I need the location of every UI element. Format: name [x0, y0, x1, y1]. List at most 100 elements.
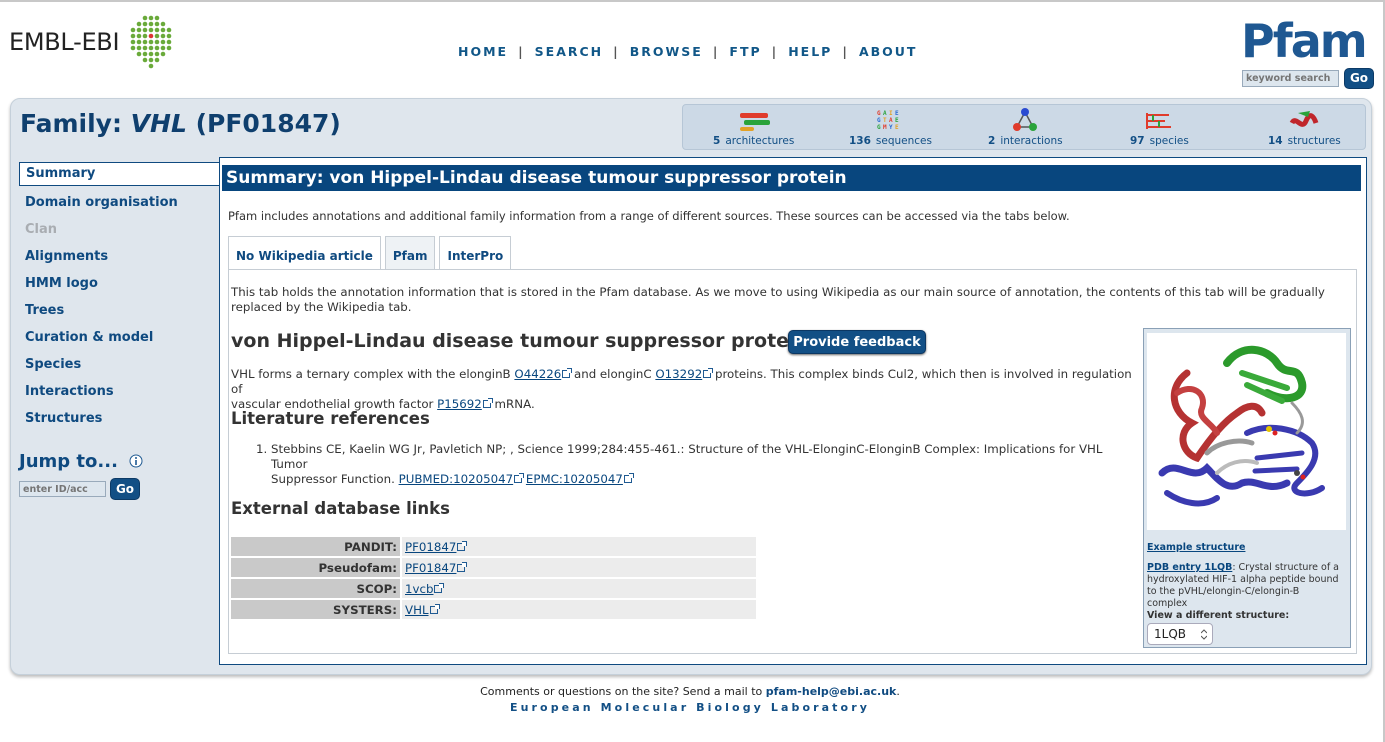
- footer-email-link[interactable]: pfam-help@ebi.ac.uk: [766, 685, 897, 698]
- sidebar-item-curation-model[interactable]: Curation & model: [19, 324, 219, 351]
- stat-structures[interactable]: 14 structures: [1268, 107, 1341, 147]
- page-title: Family: VHL (PF01847): [20, 109, 341, 138]
- external-link-icon: [482, 398, 493, 408]
- sidebar-item-trees[interactable]: Trees: [19, 297, 219, 324]
- tab-wikipedia[interactable]: No Wikipedia article: [228, 236, 381, 269]
- nav-help[interactable]: HELP: [788, 44, 832, 59]
- nav-browse[interactable]: BROWSE: [630, 44, 703, 59]
- tab-note-line1: This tab holds the annotation informatio…: [231, 285, 1325, 299]
- jump-to-go-button[interactable]: Go: [110, 478, 140, 500]
- page: EMBL-EBI HOME | SEARCH | BROWSE | FTP | HELP | ABO…: [0, 0, 1385, 742]
- caption-text: : Crystal: [1232, 562, 1272, 573]
- svg-text:M: M: [883, 124, 887, 131]
- stat-interactions[interactable]: 2 interactions: [988, 107, 1063, 147]
- interactions-count: 2: [988, 135, 996, 147]
- info-icon[interactable]: [129, 454, 143, 468]
- sidebar-item-interactions[interactable]: Interactions: [19, 378, 219, 405]
- jump-to-input[interactable]: [19, 481, 106, 497]
- table-row: SYSTERS: VHL: [231, 600, 756, 619]
- scop-link[interactable]: 1vcb: [405, 582, 433, 596]
- keyword-search-input[interactable]: [1242, 70, 1339, 87]
- structures-icon: [1290, 111, 1319, 127]
- top-navigation: HOME | SEARCH | BROWSE | FTP | HELP | ABOUT: [458, 44, 917, 59]
- table-row: SCOP: 1vcb: [231, 579, 756, 598]
- sidebar-item-summary[interactable]: Summary: [19, 162, 222, 186]
- sequences-label: sequences: [875, 135, 932, 147]
- pandit-link[interactable]: PF01847: [405, 540, 456, 554]
- tab-interpro[interactable]: InterPro: [439, 236, 512, 269]
- external-link-icon: [703, 368, 714, 378]
- tab-pfam[interactable]: Pfam: [384, 236, 436, 269]
- sidebar-item-clan: Clan: [25, 222, 58, 237]
- jump-to-title: Jump to...: [19, 451, 118, 472]
- sequences-count: 136: [849, 135, 871, 147]
- table-row: Pseudofam: PF01847: [231, 558, 756, 577]
- stat-species[interactable]: 97 species: [1130, 107, 1189, 147]
- keyword-search-go-button[interactable]: Go: [1344, 68, 1374, 89]
- structure-select[interactable]: 1LQB: [1147, 623, 1213, 645]
- stat-sequences[interactable]: GAIE GTAE GMYE 136 sequences: [849, 107, 932, 147]
- nav-separator: |: [771, 44, 779, 59]
- table-row: PANDIT: PF01847: [231, 537, 756, 556]
- link-o13292[interactable]: O13292: [655, 367, 702, 381]
- annotation-tabs: No Wikipedia article Pfam InterPro: [228, 236, 515, 269]
- sidebar-item-structures[interactable]: Structures: [19, 405, 219, 432]
- summary-intro: Pfam includes annotations and additional…: [228, 209, 1070, 223]
- external-link-icon: [514, 473, 525, 483]
- db-name: PANDIT:: [231, 537, 400, 556]
- external-link-icon: [457, 540, 468, 551]
- pseudofam-link[interactable]: PF01847: [405, 561, 456, 575]
- nav-ftp[interactable]: FTP: [729, 44, 761, 59]
- caption-text: to the pVHL/elongin-C/elongin-B: [1147, 586, 1300, 597]
- svg-text:G: G: [877, 110, 881, 117]
- reference-item: Stebbins CE, Kaelin WG Jr, Pavletich NP;…: [271, 442, 1141, 487]
- architectures-icon: [739, 113, 770, 131]
- nav-separator: |: [842, 44, 849, 59]
- footer-contact: Comments or questions on the site? Send …: [0, 685, 1380, 698]
- svg-text:Y: Y: [889, 124, 893, 131]
- svg-text:E: E: [895, 110, 899, 117]
- structures-label: structures: [1287, 135, 1341, 147]
- pdb-entry-link[interactable]: PDB entry 1LQB: [1147, 562, 1232, 573]
- external-link-icon: [429, 603, 440, 614]
- ebi-logo[interactable]: EMBL-EBI: [9, 14, 177, 70]
- tab-note: This tab holds the annotation informatio…: [231, 285, 1331, 315]
- pubmed-link[interactable]: PUBMED:10205047: [399, 472, 514, 486]
- db-value-cell: PF01847: [400, 558, 756, 577]
- description-text: VHL forms a ternary complex with the elo…: [231, 367, 515, 381]
- provide-feedback-button[interactable]: Provide feedback: [788, 330, 926, 354]
- protein-structure-image[interactable]: [1147, 333, 1346, 530]
- link-o44226[interactable]: O44226: [514, 367, 561, 381]
- reference-text: Suppressor Function.: [271, 472, 399, 486]
- sidebar-item-alignments[interactable]: Alignments: [19, 243, 219, 270]
- systers-link[interactable]: VHL: [405, 603, 429, 617]
- nav-separator: |: [613, 44, 620, 59]
- summary-heading: Summary: von Hippel-Lindau disease tumou…: [222, 165, 1361, 191]
- example-structure-link[interactable]: Example structure: [1147, 542, 1245, 553]
- svg-text:G: G: [877, 124, 881, 131]
- species-count: 97: [1130, 135, 1145, 147]
- example-structure-label: Example structure: [1147, 542, 1245, 554]
- nav-about[interactable]: ABOUT: [859, 44, 918, 59]
- sidebar-item-domain-organisation[interactable]: Domain organisation: [19, 189, 219, 216]
- nav-search[interactable]: SEARCH: [535, 44, 603, 59]
- pfam-logo[interactable]: Pfam: [1241, 16, 1368, 66]
- view-different-structure-label: View a different structure:: [1147, 610, 1290, 621]
- caption-text: hydroxylated HIF-1 alpha peptide bound: [1147, 574, 1339, 585]
- link-p15692[interactable]: P15692: [437, 397, 482, 411]
- footer-org[interactable]: European Molecular Biology Laboratory: [0, 701, 1380, 714]
- species-label: species: [1149, 135, 1189, 147]
- stat-architectures[interactable]: 5 architectures: [713, 107, 794, 147]
- sidebar-item-species[interactable]: Species: [19, 351, 219, 378]
- description-text: mRNA.: [490, 397, 535, 411]
- sequences-icon: GAIE GTAE GMYE: [877, 110, 899, 131]
- epmc-link[interactable]: EPMC:10205047: [526, 472, 623, 486]
- ebi-logo-text: EMBL-EBI: [9, 28, 120, 56]
- reference-number: 1.: [256, 442, 268, 456]
- svg-text:E: E: [895, 124, 899, 131]
- svg-text:I: I: [889, 110, 893, 117]
- architectures-label: architectures: [725, 135, 795, 147]
- nav-home[interactable]: HOME: [458, 44, 508, 59]
- sidebar-item-hmm-logo[interactable]: HMM logo: [19, 270, 219, 297]
- reference-text: Stebbins CE, Kaelin WG Jr, Pavletich NP;…: [271, 442, 1103, 471]
